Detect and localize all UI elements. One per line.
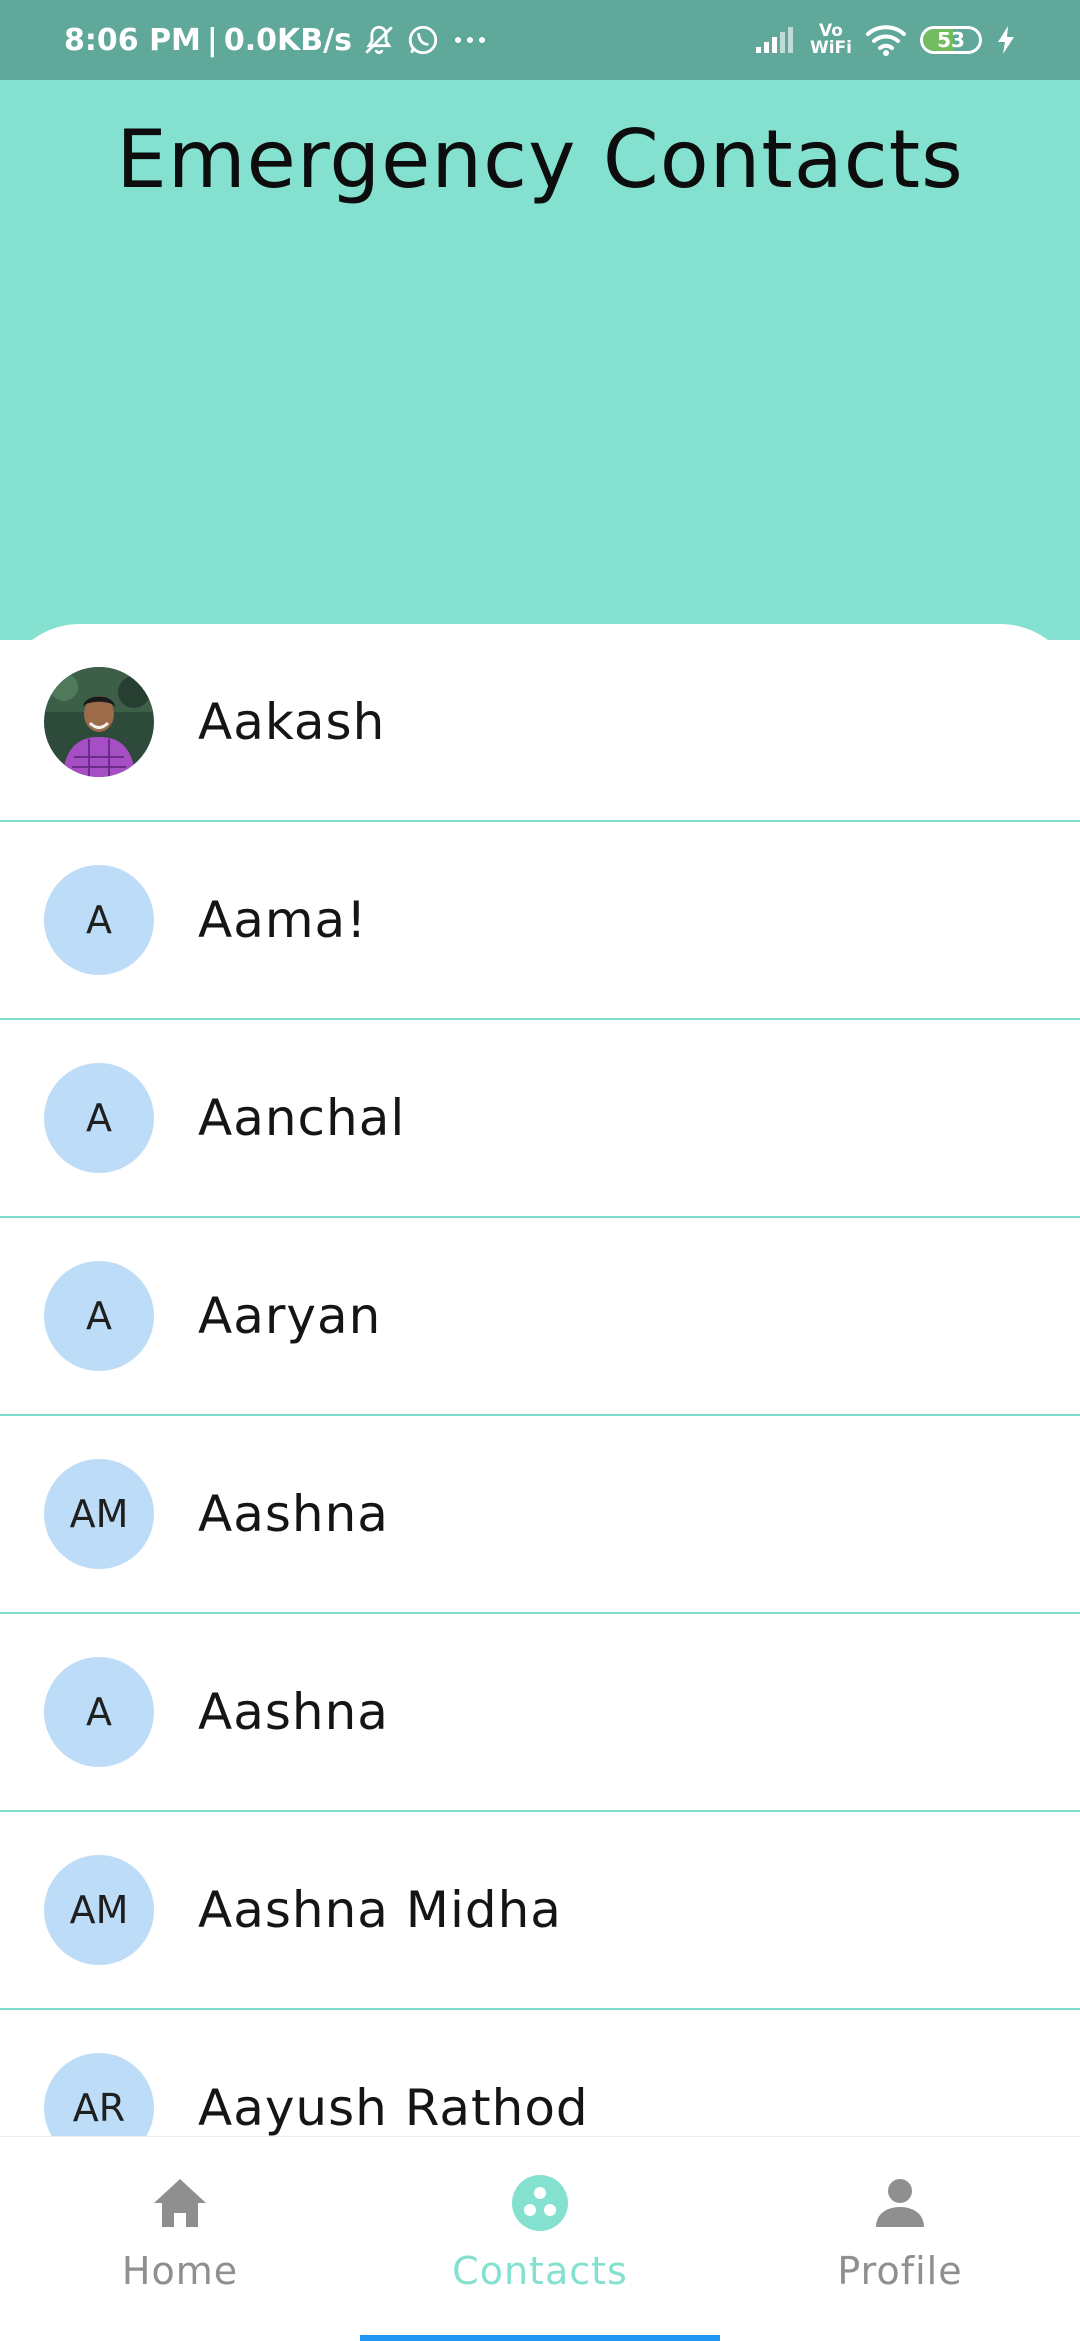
avatar-initials: A [44, 1657, 154, 1767]
battery-level: 53 [937, 28, 965, 52]
contact-row[interactable]: AM Aashna Midha [0, 1812, 1080, 2010]
nav-contacts-label: Contacts [452, 2249, 628, 2293]
contact-name: Aashna [198, 1683, 389, 1741]
vowifi-bottom-label: WiFi [809, 38, 852, 58]
vowifi-icon: Vo WiFi [810, 23, 852, 57]
home-icon [152, 2171, 208, 2235]
page-title: Emergency Contacts [116, 113, 964, 206]
battery-icon: 53 [920, 26, 982, 54]
avatar [44, 667, 154, 777]
mute-icon [362, 23, 396, 57]
wifi-icon [866, 24, 906, 56]
active-tab-indicator [360, 2335, 720, 2341]
nav-home[interactable]: Home [0, 2137, 360, 2341]
avatar-initials: AM [44, 1459, 154, 1569]
whatsapp-icon [406, 23, 440, 57]
more-icon [450, 30, 490, 50]
nav-profile-label: Profile [837, 2249, 963, 2293]
contact-row[interactable]: A Aashna [0, 1614, 1080, 1812]
contacts-icon [511, 2171, 569, 2235]
contact-name: Aayush Rathod [198, 2079, 589, 2136]
nav-contacts[interactable]: Contacts [360, 2137, 720, 2341]
status-left: 8:06 PM | 0.0KB/s [64, 23, 490, 58]
nav-home-label: Home [121, 2249, 239, 2293]
avatar-initials: AM [44, 1855, 154, 1965]
contact-row[interactable]: AM Aashna [0, 1416, 1080, 1614]
contact-name: Aakash [198, 693, 386, 751]
contact-row[interactable]: A Aanchal [0, 1020, 1080, 1218]
contact-name: Aashna [198, 1485, 389, 1543]
status-right: Vo WiFi 53 [740, 23, 1016, 57]
network-speed: 0.0KB/s [223, 22, 352, 58]
avatar-initials: A [44, 1261, 154, 1371]
charging-icon [996, 25, 1016, 55]
signal-icon [754, 25, 796, 55]
contact-row[interactable]: A Aama! [0, 822, 1080, 1020]
contact-name: Aanchal [198, 1089, 406, 1147]
contact-list[interactable]: Aakash A Aama! A Aanchal A Aaryan AM Aas… [0, 624, 1080, 2136]
status-time: 8:06 PM [64, 22, 201, 58]
status-bar: 8:06 PM | 0.0KB/s Vo WiFi 53 [0, 0, 1080, 80]
bottom-navigation: Home Contacts Profile [0, 2136, 1080, 2341]
status-separator: | [206, 22, 218, 58]
contact-name: Aama! [198, 891, 368, 949]
contact-row[interactable]: A Aaryan [0, 1218, 1080, 1416]
nav-profile[interactable]: Profile [720, 2137, 1080, 2341]
avatar-initials: A [44, 1063, 154, 1173]
contact-name: Aashna Midha [198, 1881, 562, 1939]
contact-row[interactable]: AR Aayush Rathod [0, 2010, 1080, 2136]
profile-icon [874, 2171, 926, 2235]
contact-row[interactable]: Aakash [0, 624, 1080, 822]
avatar-initials: A [44, 865, 154, 975]
contact-name: Aaryan [198, 1287, 382, 1345]
avatar-initials: AR [44, 2053, 154, 2136]
